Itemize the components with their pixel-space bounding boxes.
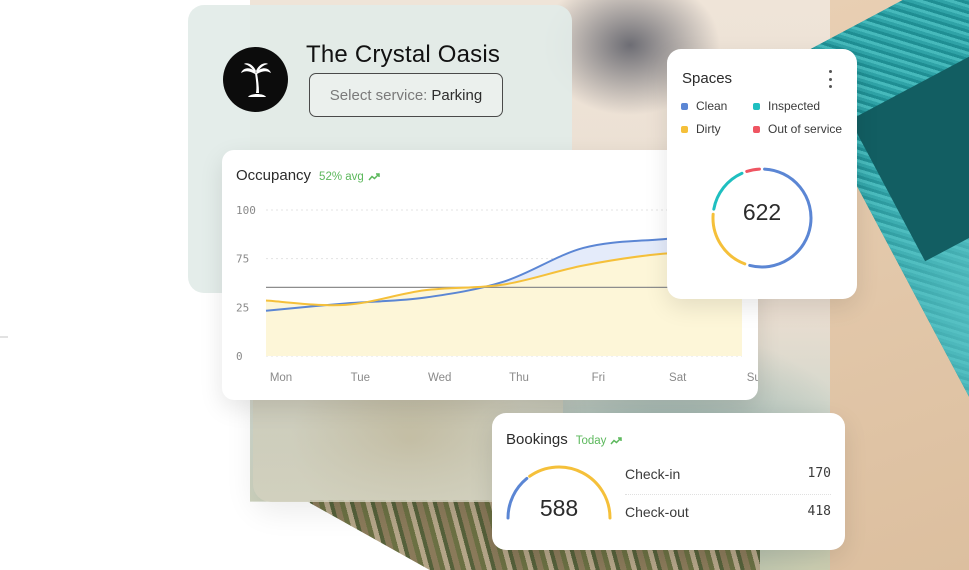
legend-swatch	[753, 125, 760, 133]
x-tick-label: Tue	[351, 372, 370, 384]
x-tick-label: Wed	[428, 372, 451, 384]
bookings-header: Bookings Today	[506, 431, 623, 448]
background-fade	[0, 0, 80, 570]
legend-label: Clean	[696, 99, 728, 113]
x-tick-label: Sun	[747, 372, 758, 384]
service-select-value: Parking	[431, 86, 483, 104]
bookings-trend-text: Today	[575, 435, 607, 447]
kebab-menu-icon[interactable]	[825, 70, 835, 88]
hotel-name: The Crystal Oasis	[306, 41, 501, 68]
bookings-trend: Today	[576, 435, 623, 447]
legend-label: Dirty	[696, 122, 721, 136]
legend-item-out-of-service: Out of service	[753, 122, 851, 136]
trending-up-icon	[368, 173, 380, 181]
spaces-legend: Clean Inspected Dirty Out of service	[681, 99, 851, 136]
legend-item-inspected: Inspected	[753, 99, 851, 113]
occupancy-title: Occupancy	[236, 167, 312, 184]
legend-label: Inspected	[768, 99, 821, 113]
y-tick-label: 100	[236, 204, 256, 217]
x-tick-label: Mon	[270, 372, 292, 384]
bookings-row-value: 170	[807, 466, 831, 481]
bookings-row-check-out: Check-out 418	[625, 504, 831, 520]
occupancy-trend-text: 52% avg	[319, 171, 364, 183]
bookings-row-label: Check-in	[625, 466, 681, 482]
service-select[interactable]: Select service: Parking	[309, 73, 503, 117]
legend-label: Out of service	[768, 122, 843, 136]
bookings-row-label: Check-out	[625, 504, 689, 520]
legend-swatch	[753, 102, 760, 110]
service-select-label: Select service:	[329, 86, 428, 104]
bookings-total: 588	[539, 495, 579, 521]
x-tick-label: Sat	[669, 372, 687, 384]
donut-segment-out-of-service	[745, 167, 761, 173]
palm-tree-icon	[223, 47, 288, 112]
bookings-title: Bookings	[506, 431, 568, 448]
legend-item-clean: Clean	[681, 99, 753, 113]
legend-swatch	[681, 102, 688, 110]
occupancy-trend: 52% avg	[319, 171, 380, 183]
bookings-card: Bookings Today 588 Check-in 170 Check-ou…	[492, 413, 845, 550]
y-tick-label: 75	[236, 253, 249, 266]
trending-up-icon	[610, 437, 623, 445]
occupancy-header: Occupancy 52% avg	[236, 167, 380, 184]
x-tick-label: Fri	[592, 372, 605, 384]
x-tick-label: Thu	[509, 372, 529, 384]
legend-swatch	[681, 125, 688, 133]
decorative-line	[0, 336, 8, 338]
spaces-title: Spaces	[682, 70, 733, 87]
bookings-row-check-in: Check-in 170	[625, 466, 831, 482]
y-tick-label: 0	[236, 350, 243, 363]
legend-item-dirty: Dirty	[681, 122, 753, 136]
bookings-row-value: 418	[807, 504, 831, 519]
divider	[625, 494, 831, 495]
spaces-total: 622	[742, 199, 782, 225]
spaces-card: Spaces Clean Inspected Dirty Out of serv…	[667, 49, 857, 299]
y-tick-label: 25	[236, 301, 249, 314]
